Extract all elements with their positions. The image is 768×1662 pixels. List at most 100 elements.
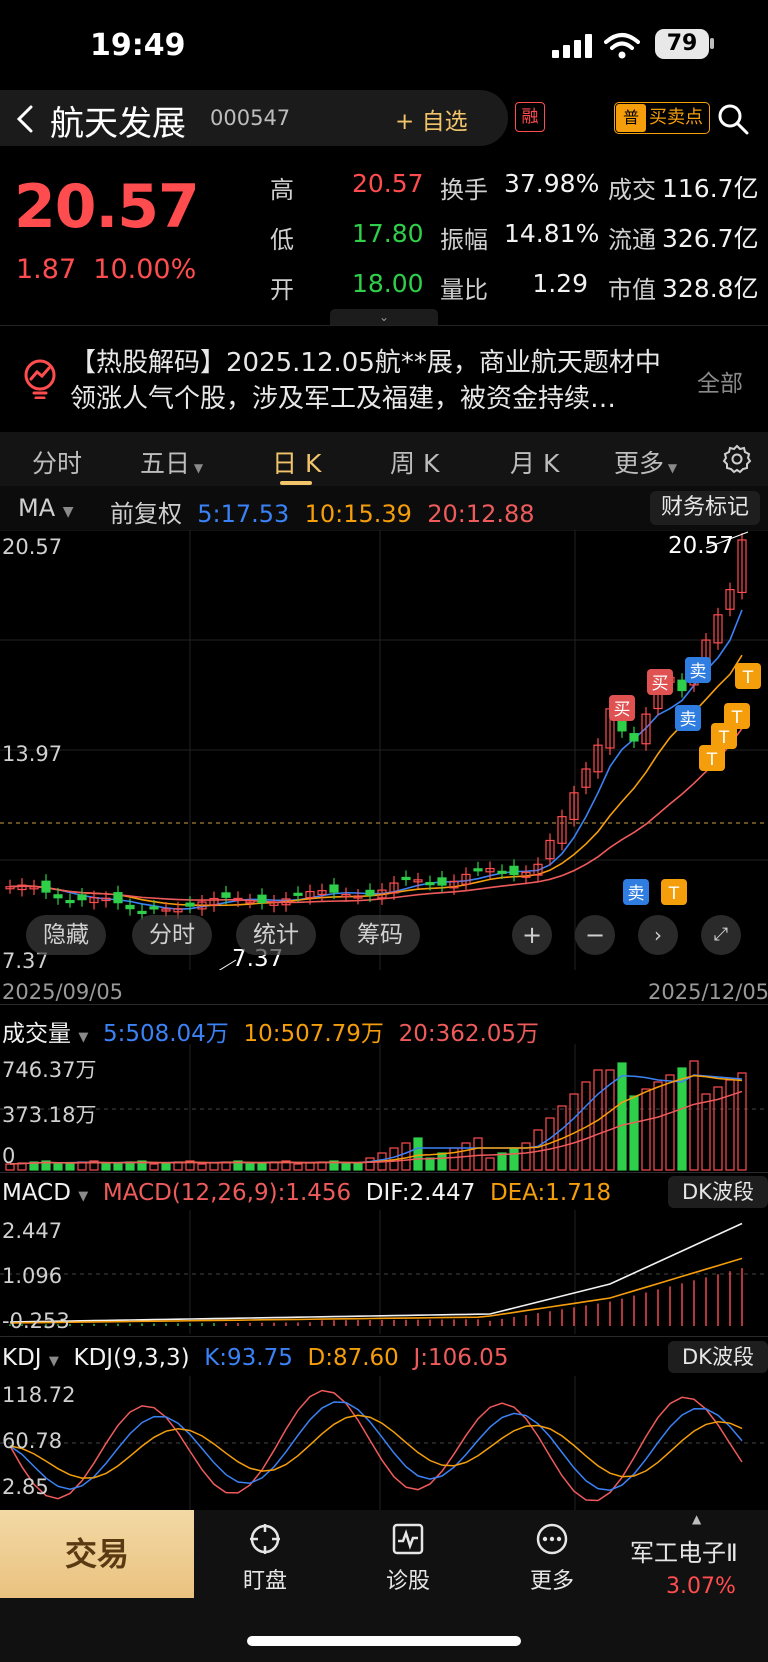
news-all-link[interactable]: 全部 [697,364,743,398]
zoom-out-icon[interactable]: − [575,915,615,955]
buy-signal-badge-text: 买 [652,674,669,694]
volume-bar [209,1162,219,1171]
caret-down-icon: ▼ [664,461,678,475]
dk-band-button[interactable]: DK波段 [668,1176,768,1208]
quote-label: 换手 [440,176,488,204]
caret-down-icon: ▼ [78,1030,89,1045]
indicator-select[interactable]: MA ▼ [18,494,74,522]
candle-body [473,868,483,872]
macd-y-low: -0.253 [2,1309,70,1333]
candle-body [329,884,339,893]
ma20-line [9,727,743,904]
volume-bar [65,1162,75,1171]
add-watchlist-button[interactable]: + 自选 [395,102,468,136]
crosshair-icon[interactable] [248,1522,282,1556]
dk-band-button[interactable]: DK波段 [668,1341,768,1373]
kline-chart[interactable]: 买买卖卖卖 TTTTT [0,530,768,970]
tab-1[interactable]: 五日 ▼ [140,444,203,480]
ma5-value: 5:17.53 [197,500,290,528]
candle-body [509,865,519,876]
fullscreen-icon[interactable]: ⤢ [701,915,741,955]
tab-label: 周 K [390,449,440,478]
zoom-in-icon[interactable]: + [512,915,552,955]
vol-y-zero: 0 [2,1144,16,1168]
volume-bar [341,1163,351,1171]
volume-bar [617,1062,627,1171]
volume-bar [245,1163,255,1171]
lightbulb-trend-icon [24,359,56,399]
more-dots-icon[interactable] [535,1522,569,1556]
date-start: 2025/09/05 [2,980,124,1004]
volume-bar [197,1163,207,1171]
kdj-label[interactable]: KDJ [2,1345,42,1371]
sell-signal-badge-text: 卖 [628,884,645,904]
kdj-chart[interactable] [0,1376,768,1510]
stats-button[interactable]: 统计 [236,915,316,955]
sector-change: 3.07% [666,1574,736,1599]
home-indicator [247,1636,521,1646]
kdj-k: K:93.75 [204,1345,293,1371]
volume-bar [161,1162,171,1171]
tab-4[interactable]: 月 K [510,444,559,480]
signal-icon [552,34,592,58]
volume-bar [53,1163,63,1171]
dif-line [9,1222,743,1323]
vol-y-mid: 373.18万 [2,1103,97,1127]
candle-body [425,882,435,886]
hot-news-text[interactable]: 【热股解码】2025.12.05航**展，商业航天题材中领涨人气个股，涉及军工及… [70,345,680,417]
quote-label: 流通 [608,226,656,254]
tab-5[interactable]: 更多 ▼ [614,444,677,480]
volume-bar [629,1095,639,1171]
wifi-icon [604,33,640,59]
tab-3[interactable]: 周 K [390,444,439,480]
volume-bar [437,1152,447,1171]
more-nav-label[interactable]: 更多 [502,1563,602,1595]
next-icon[interactable]: › [638,915,678,955]
kdj-y-mid: 60.78 [2,1429,63,1453]
volume-legend: 成交量 ▼ 5:508.04万 10:507.79万 20:362.05万 [2,1014,539,1048]
candle-body [65,899,75,904]
ma10-value: 10:15.39 [304,500,412,528]
candle-body [677,679,687,692]
back-arrow-icon[interactable] [14,104,36,134]
high-price-marker: 20.57 [668,533,734,559]
candle-body [497,870,507,874]
caret-down-icon: ▼ [62,504,74,520]
kdj-j: J:106.05 [413,1345,509,1371]
tab-2[interactable]: 日 K [272,444,321,480]
sector-name[interactable]: 军工电子Ⅱ [630,1533,738,1568]
tab-0[interactable]: 分时 [32,444,82,480]
finance-marks-button[interactable]: 财务标记 [650,491,760,525]
intraday-button[interactable]: 分时 [132,915,212,955]
volume-bar [737,1072,747,1171]
watch-nav-label[interactable]: 盯盘 [215,1563,315,1595]
volume-bar [485,1157,495,1171]
t-signal-badge-text: T [706,750,718,770]
volume-bar [425,1157,435,1171]
trade-button[interactable]: 交易 [0,1510,194,1598]
chips-button[interactable]: 筹码 [340,915,420,955]
expand-quote-button[interactable]: ⌄ [330,309,438,325]
quote-value: 17.80 [352,219,424,248]
hide-button[interactable]: 隐藏 [26,915,106,955]
candle-body [77,894,87,901]
gear-icon[interactable] [722,444,752,474]
volume-chart[interactable] [0,1044,768,1172]
adjust-mode[interactable]: 前复权 [110,500,182,528]
ma-label: MA [18,494,56,522]
stock-name: 航天发展 [50,104,186,144]
volume-bar [113,1162,123,1171]
volume-bar [725,1079,735,1171]
macd-label[interactable]: MACD [2,1180,71,1206]
diagnose-nav-label[interactable]: 诊股 [358,1563,458,1595]
volume-bar [305,1162,315,1171]
macd-params: MACD(12,26,9):1.456 [102,1180,352,1206]
macd-y-mid: 1.096 [2,1264,63,1288]
kdj-params: KDJ(9,3,3) [73,1345,190,1371]
quote-label: 开 [270,276,294,304]
search-icon[interactable] [716,102,750,136]
diagnosis-chart-icon[interactable] [391,1522,425,1556]
t-signal-badge-text: T [731,708,743,728]
quote-label: 振幅 [440,226,488,254]
macd-chart[interactable] [0,1210,768,1334]
